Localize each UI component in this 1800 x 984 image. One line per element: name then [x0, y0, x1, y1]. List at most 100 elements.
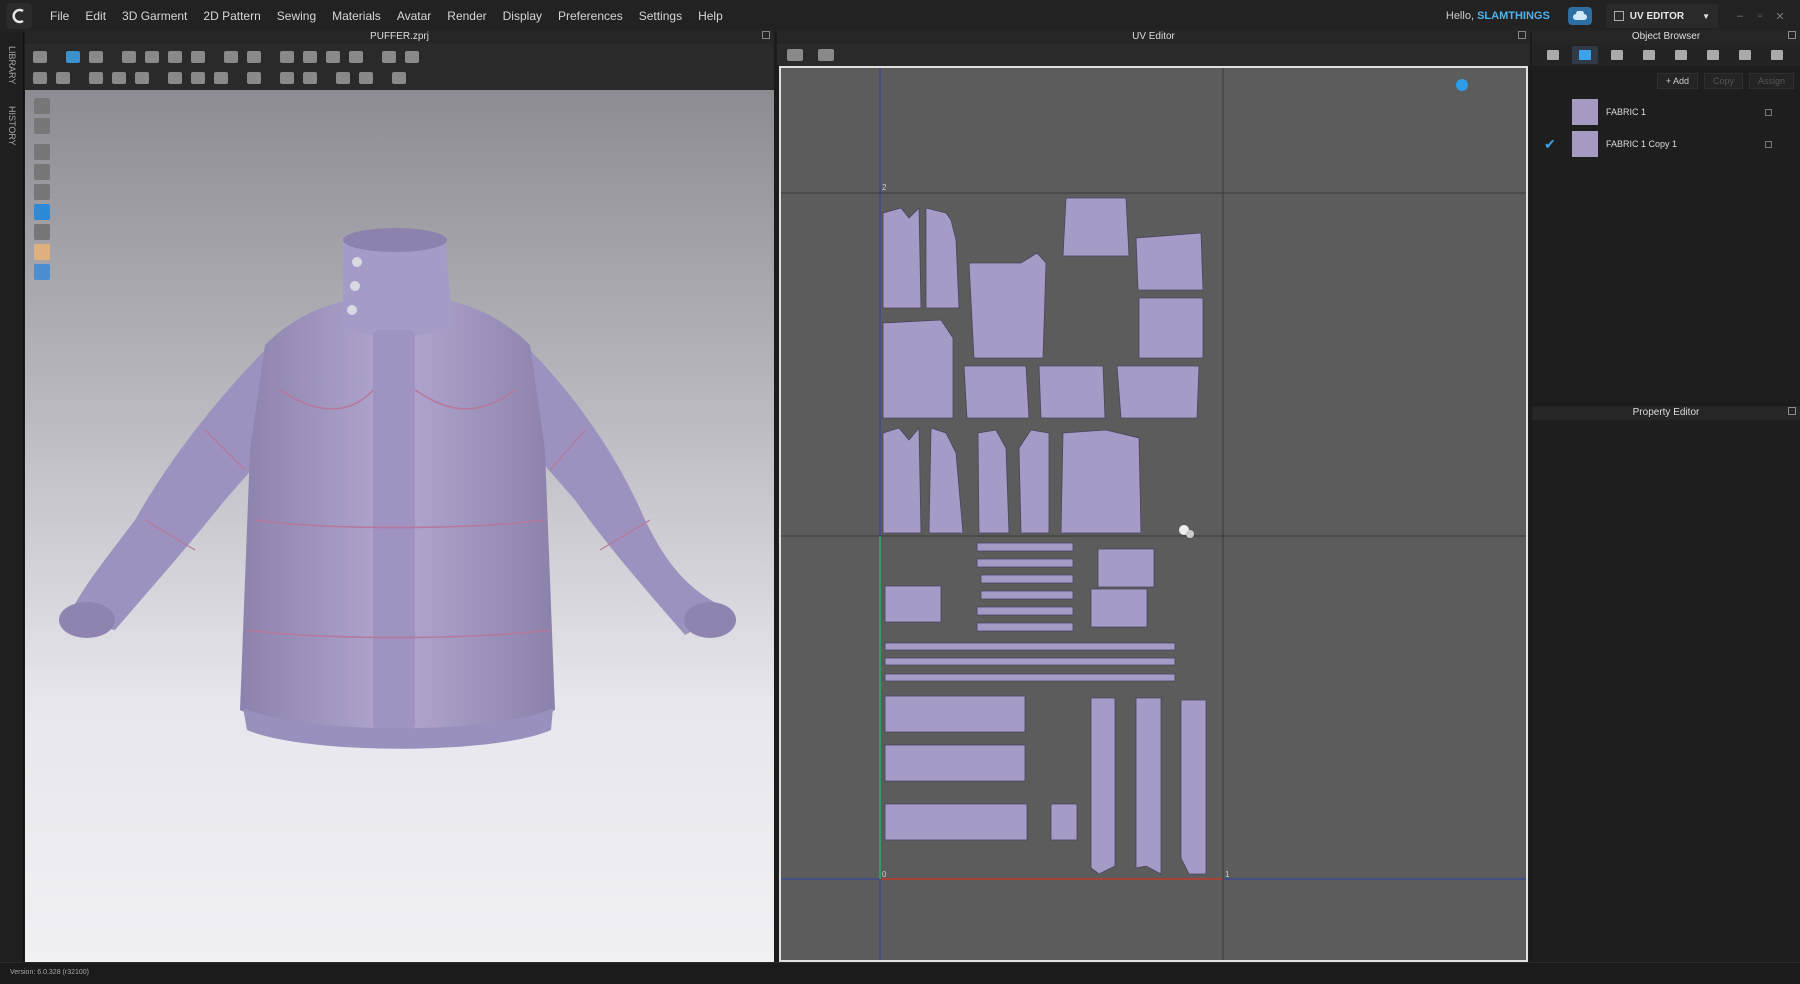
puckering-icon[interactable]	[303, 71, 317, 84]
select-move-icon[interactable]	[66, 50, 80, 63]
garment-fit-icon[interactable]	[303, 50, 317, 63]
app-window: File Edit 3D Garment 2D Pattern Sewing M…	[0, 0, 1800, 984]
transform-icon[interactable]	[89, 50, 103, 63]
arrangement-icon[interactable]	[280, 50, 294, 63]
menu-sewing[interactable]: Sewing	[269, 9, 324, 23]
measure-tab-icon[interactable]	[1764, 46, 1790, 64]
object-browser-title: Object Browser	[1631, 31, 1701, 42]
popout-icon[interactable]	[1788, 407, 1796, 415]
fasten-icon[interactable]	[214, 71, 228, 84]
menu-help[interactable]: Help	[690, 9, 731, 23]
trim-icon[interactable]	[112, 71, 126, 84]
restore-icon[interactable]: ▫	[1750, 10, 1770, 22]
menu-2d-pattern[interactable]: 2D Pattern	[195, 9, 268, 23]
user-name[interactable]: SLAMTHINGS	[1477, 10, 1550, 22]
menu-materials[interactable]: Materials	[324, 9, 389, 23]
buttonhole-tab-icon[interactable]	[1636, 46, 1662, 64]
close-icon[interactable]: ✕	[1770, 10, 1790, 23]
fabric-options-icon[interactable]	[1765, 140, 1772, 148]
user-greeting: Hello, SLAMTHINGS	[1445, 10, 1550, 22]
uv-sphere-icon[interactable]	[1456, 79, 1468, 91]
uv-editor-title-bar: UV Editor	[777, 30, 1530, 44]
button-tab-icon[interactable]	[1604, 46, 1630, 64]
mode-selector[interactable]: UV EDITOR ▼	[1605, 4, 1718, 28]
3d-window-title: PUFFER.zprj	[25, 30, 774, 44]
uv-canvas[interactable]: 2 0 1	[779, 66, 1528, 962]
flatten-icon[interactable]	[168, 50, 182, 63]
uv-editor-mode-icon	[1613, 11, 1624, 21]
puffer-jacket-render	[59, 228, 736, 749]
trim-tab-icon[interactable]	[1732, 46, 1758, 64]
line-measure-icon[interactable]	[392, 71, 406, 84]
topstitch-tab-icon[interactable]	[1668, 46, 1694, 64]
select-mesh-icon[interactable]	[122, 50, 136, 63]
menu-settings[interactable]: Settings	[631, 9, 690, 23]
app-logo-icon[interactable]	[6, 3, 32, 29]
minimize-icon[interactable]: –	[1730, 10, 1750, 22]
texture-icon[interactable]	[382, 50, 396, 63]
fold-arrangement-icon[interactable]	[145, 50, 159, 63]
menu-bar: File Edit 3D Garment 2D Pattern Sewing M…	[0, 0, 1800, 32]
version-label: Version: 6.0.328 (r32100)	[10, 969, 89, 976]
menu-display[interactable]: Display	[495, 9, 550, 23]
fabric-list-item[interactable]: ✔ FABRIC 1 Copy 1	[1532, 128, 1800, 160]
shirt-icon[interactable]	[405, 50, 419, 63]
topstitch-icon[interactable]	[280, 71, 294, 84]
3d-garment-window: PUFFER.zprj	[25, 30, 774, 962]
fabric-name: FABRIC 1	[1606, 107, 1647, 117]
3d-viewport[interactable]	[25, 90, 774, 962]
pin-tool-icon[interactable]	[33, 50, 47, 63]
buttonhole-icon[interactable]	[191, 71, 205, 84]
zipper-tab-icon[interactable]	[1700, 46, 1726, 64]
fabric-list-item[interactable]: FABRIC 1	[1532, 96, 1800, 128]
menu-file[interactable]: File	[42, 9, 77, 23]
side-tab-strip: LIBRARY HISTORY	[0, 32, 24, 962]
cloud-icon[interactable]	[1567, 7, 1592, 25]
status-bar: Version: 6.0.328 (r32100)	[0, 962, 1800, 984]
graphic-icon[interactable]	[247, 71, 261, 84]
assign-button[interactable]: Assign	[1748, 73, 1794, 89]
seam-tape-icon[interactable]	[359, 71, 373, 84]
grid-icon[interactable]	[135, 71, 149, 84]
piping-icon[interactable]	[336, 71, 350, 84]
menu-render[interactable]: Render	[439, 9, 494, 23]
uv-axis-label-zero: 0	[882, 870, 887, 879]
chevron-down-icon: ▼	[1702, 11, 1710, 21]
add-button[interactable]: + Add	[1656, 73, 1698, 89]
main-menu: File Edit 3D Garment 2D Pattern Sewing M…	[42, 9, 731, 23]
property-editor-title-bar: Property Editor	[1532, 406, 1800, 420]
menu-avatar[interactable]: Avatar	[389, 9, 439, 23]
brush-icon[interactable]	[33, 71, 47, 84]
fabric-swatch	[1572, 99, 1598, 125]
copy-button[interactable]: Copy	[1703, 73, 1743, 89]
list-view-icon[interactable]	[1540, 46, 1566, 64]
zipper-icon[interactable]	[89, 71, 103, 84]
object-browser-panel: Object Browser + Add Copy Assign FABRIC …	[1532, 30, 1800, 403]
fabric-swatch	[1572, 131, 1598, 157]
uv-select-icon[interactable]	[787, 49, 803, 61]
pen-icon[interactable]	[56, 71, 70, 84]
uv-snapshot-icon[interactable]	[818, 49, 834, 61]
popout-icon[interactable]	[1518, 31, 1526, 39]
pleat-icon[interactable]	[326, 50, 340, 63]
mode-label: UV EDITOR	[1629, 10, 1685, 22]
fabric-options-icon[interactable]	[1765, 108, 1772, 116]
popout-icon[interactable]	[1788, 31, 1796, 39]
popout-icon[interactable]	[762, 31, 770, 39]
button-tool-icon[interactable]	[168, 71, 182, 84]
fabric-tab-icon[interactable]	[1572, 46, 1598, 64]
menu-edit[interactable]: Edit	[77, 9, 114, 23]
menu-3d-garment[interactable]: 3D Garment	[114, 9, 195, 23]
tab-library[interactable]: LIBRARY	[7, 46, 17, 84]
tab-history[interactable]: HISTORY	[7, 106, 17, 146]
file-name: PUFFER.zprj	[370, 31, 429, 42]
object-browser-title-bar: Object Browser	[1532, 30, 1800, 44]
menu-preferences[interactable]: Preferences	[550, 9, 631, 23]
tack-icon[interactable]	[191, 50, 205, 63]
property-editor-title: Property Editor	[1632, 407, 1700, 418]
measure-icon[interactable]	[224, 50, 238, 63]
sew-icon[interactable]	[247, 50, 261, 63]
checkmark-icon: ✔	[1544, 135, 1556, 152]
avatar-arrow-icon[interactable]	[349, 50, 363, 63]
uv-axis-label-two: 2	[882, 183, 887, 192]
